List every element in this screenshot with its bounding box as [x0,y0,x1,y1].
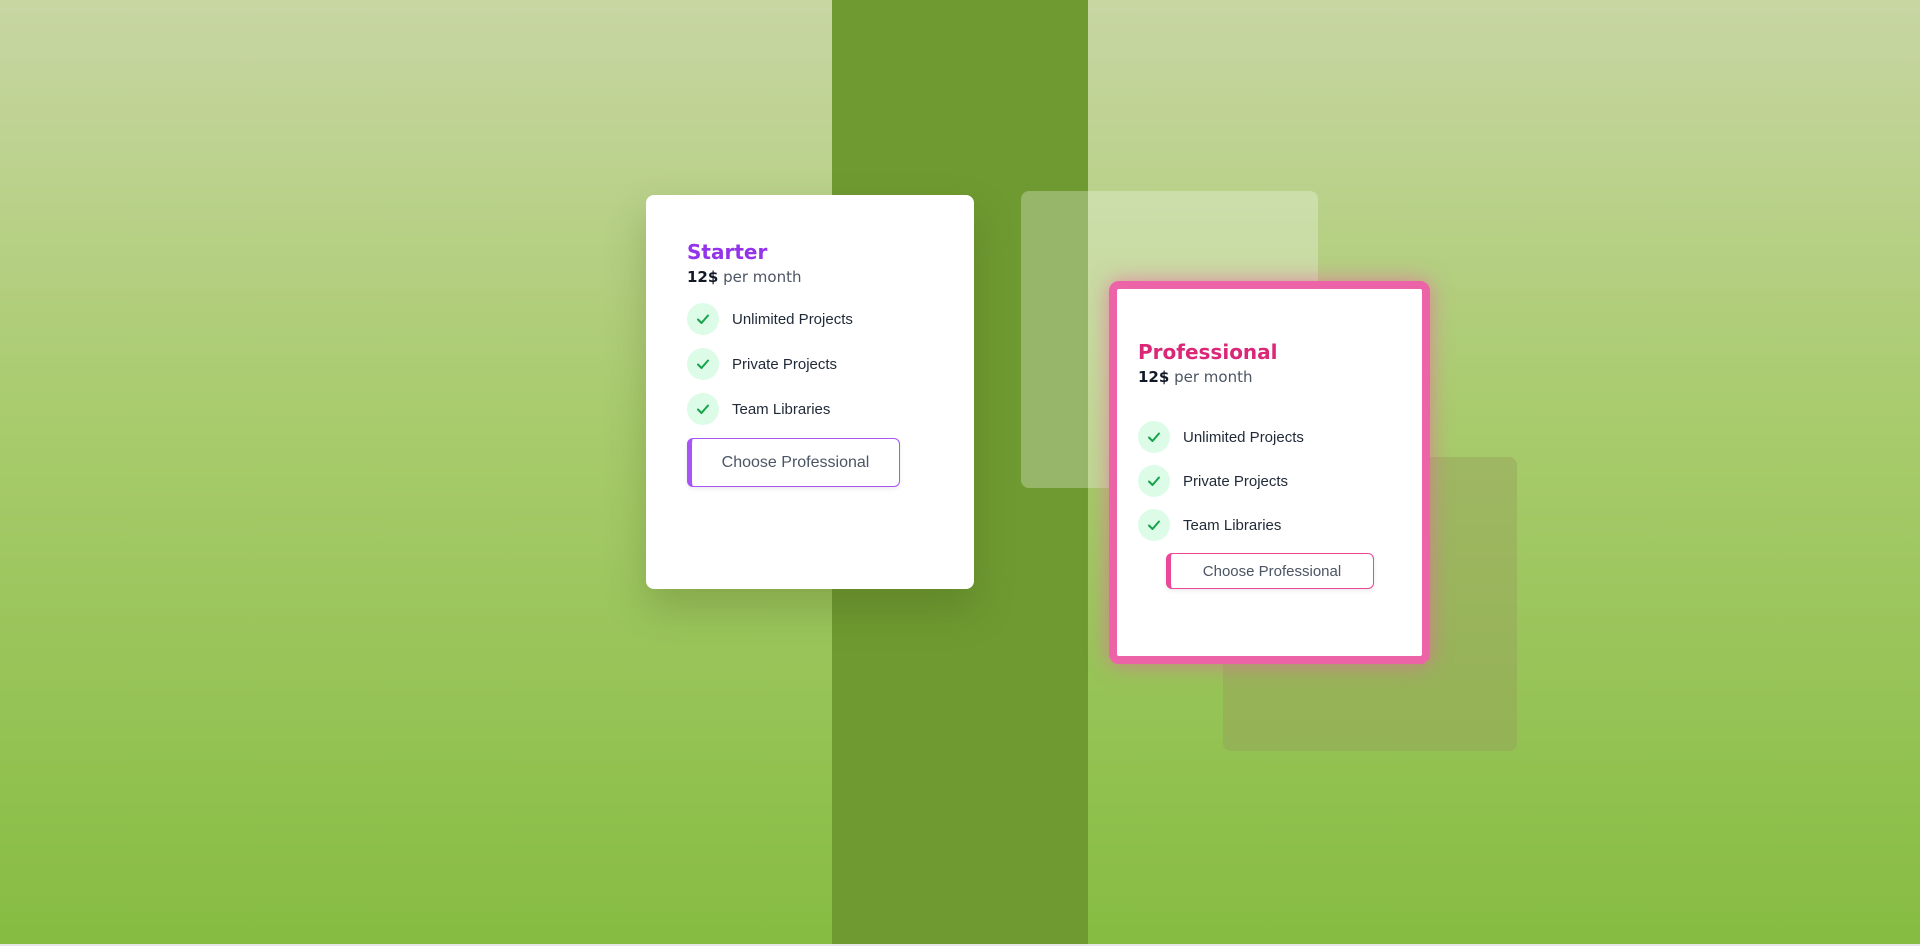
feature-label: Unlimited Projects [732,310,853,328]
price-amount: 12$ [687,268,719,286]
check-icon [687,303,719,335]
pricing-page: Starter 12$ per month Unlimited Projects… [0,0,1920,946]
feature-label: Private Projects [732,355,838,373]
check-icon [1138,465,1170,497]
feature-list: Unlimited Projects Private Projects Team… [687,303,974,425]
feature-label: Private Projects [1183,472,1289,490]
plan-price: 12$ per month [687,265,974,289]
plan-title: Professional [1138,340,1278,364]
feature-item: Private Projects [1138,465,1422,497]
choose-plan-button[interactable]: Choose Professional [687,438,900,487]
feature-item: Unlimited Projects [1138,421,1422,453]
check-icon [1138,421,1170,453]
feature-item: Team Libraries [687,393,974,425]
feature-item: Team Libraries [1138,509,1422,541]
plan-title: Starter [687,240,768,264]
feature-label: Team Libraries [1183,516,1282,534]
feature-label: Unlimited Projects [1183,428,1304,446]
price-period: per month [1174,368,1253,386]
choose-plan-button[interactable]: Choose Professional [1166,553,1374,589]
feature-item: Private Projects [687,348,974,380]
feature-item: Unlimited Projects [687,303,974,335]
feature-list: Unlimited Projects Private Projects Team… [1138,421,1422,541]
plan-card-professional: Professional 12$ per month Unlimited Pro… [1109,281,1430,664]
price-period: per month [723,268,802,286]
check-icon [687,393,719,425]
feature-label: Team Libraries [732,400,831,418]
price-amount: 12$ [1138,368,1170,386]
plan-card-starter: Starter 12$ per month Unlimited Projects… [646,195,974,589]
check-icon [687,348,719,380]
plan-price: 12$ per month [1138,365,1422,389]
check-icon [1138,509,1170,541]
